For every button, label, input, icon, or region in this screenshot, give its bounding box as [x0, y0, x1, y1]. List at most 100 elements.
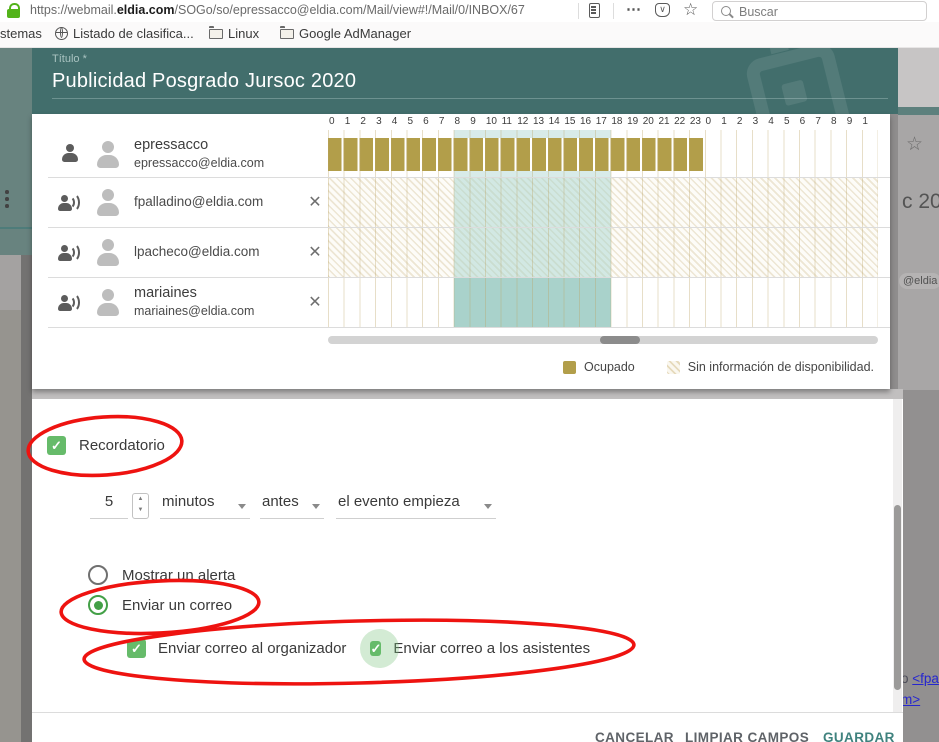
attendee-email: fpalladino@eldia.com	[134, 193, 291, 211]
remove-attendee-icon[interactable]: ✕	[302, 242, 328, 262]
row-divider	[48, 327, 890, 328]
page-actions-icon[interactable]: ⋯	[626, 0, 642, 18]
organizer-person-icon	[58, 142, 82, 166]
bookmark-item-sistemas[interactable]: stemas	[0, 26, 42, 41]
radio-alert-label: Mostrar un alerta	[122, 567, 235, 584]
email-options-row: ✓ Enviar correo al organizador ✓ Enviar …	[127, 639, 590, 658]
dimmed-background-right: ☆ c 20 @eldia o <fpa m>	[898, 48, 939, 742]
attendee-speaking-icon	[58, 240, 82, 264]
row-divider	[48, 177, 890, 178]
attendee-row: fpalladino@eldia.com ✕	[32, 177, 328, 227]
attendee-row: lpacheco@eldia.com ✕	[32, 227, 328, 277]
search-icon	[721, 6, 731, 16]
attendee-speaking-icon	[58, 290, 82, 314]
reminder-checkbox-row: ✓ Recordatorio	[47, 436, 165, 455]
busy-swatch	[563, 361, 576, 374]
send-to-organizer-checkbox[interactable]: ✓	[127, 639, 146, 658]
attendee-email: lpacheco@eldia.com	[134, 243, 291, 261]
save-button[interactable]: GUARDAR	[823, 730, 895, 742]
reader-mode-icon[interactable]	[589, 3, 600, 18]
scrollbar-thumb[interactable]	[600, 336, 640, 344]
chevron-down-icon	[238, 504, 246, 509]
event-time-band	[454, 227, 611, 277]
email-link[interactable]: <fpa	[912, 671, 939, 686]
clear-fields-button[interactable]: LIMPIAR CAMPOS	[685, 730, 809, 742]
screen: https://webmail.eldia.com/SOGo/so/epress…	[0, 0, 939, 742]
no-info-swatch	[667, 361, 680, 374]
reminder-panel: ✓ Recordatorio 5 ▲▼ minutos antes el eve…	[32, 399, 903, 712]
attendee-speaking-icon	[58, 190, 82, 214]
legend-busy-label: Ocupado	[584, 360, 635, 374]
background-email-links: o <fpa m>	[901, 668, 939, 710]
row-divider	[48, 227, 890, 228]
availability-panel: epressacco epressacco@eldia.com fpalladi…	[32, 114, 890, 389]
radio-send-email[interactable]	[88, 595, 108, 615]
avatar	[93, 237, 123, 267]
event-time-band	[454, 277, 611, 327]
pocket-icon[interactable]: ∨	[655, 3, 670, 17]
attendee-email: epressacco@eldia.com	[134, 155, 328, 171]
radio-row-alert: Mostrar un alerta	[88, 565, 235, 585]
toolbar-divider	[578, 3, 579, 19]
url-bar[interactable]: https://webmail.eldia.com/SOGo/so/epress…	[30, 3, 575, 17]
remove-attendee-icon[interactable]: ✕	[302, 292, 328, 312]
background-event-title-fragment: c 20	[902, 190, 939, 214]
hour-labels: 0123456789101112131415161718192021222301…	[328, 116, 878, 129]
event-time-band	[454, 177, 611, 227]
radio-email-label: Enviar un correo	[122, 597, 232, 614]
dialog-footer: CANCELAR LIMPIAR CAMPOS GUARDAR	[32, 712, 903, 742]
event-star-icon: ☆	[906, 133, 923, 156]
avatar	[93, 139, 123, 169]
attendee-row-organizer: epressacco epressacco@eldia.com	[32, 130, 328, 177]
search-input[interactable]: Buscar	[712, 1, 927, 21]
ssl-lock-icon[interactable]	[7, 3, 21, 19]
bookmarks-bar: stemas Listado de clasifica... Linux Goo…	[0, 22, 939, 48]
attendee-chip-fragment: @eldia	[899, 273, 939, 289]
sogo-logo-watermark	[743, 48, 852, 114]
title-input[interactable]: Publicidad Posgrado Jursoc 2020	[52, 70, 356, 93]
reminder-relation-select[interactable]: antes	[260, 493, 324, 519]
reminder-unit-select[interactable]: minutos	[160, 493, 250, 519]
attendee-row: mariaines mariaines@eldia.com ✕	[32, 277, 328, 327]
radio-show-alert[interactable]	[88, 565, 108, 585]
legend: Ocupado Sin información de disponibilida…	[563, 360, 874, 374]
reminder-quantity-input[interactable]: 5	[90, 493, 128, 519]
reminder-reference-select[interactable]: el evento empieza	[336, 493, 496, 519]
send-to-attendees-checkbox[interactable]: ✓	[370, 641, 381, 656]
legend-no-info-label: Sin información de disponibilidad.	[688, 360, 874, 374]
send-to-attendees-label: Enviar correo a los asistentes	[393, 640, 590, 657]
remove-attendee-icon[interactable]: ✕	[302, 192, 328, 212]
browser-toolbar: https://webmail.eldia.com/SOGo/so/epress…	[0, 0, 939, 23]
cancel-button[interactable]: CANCELAR	[595, 730, 674, 742]
bookmark-item-admanager[interactable]: Google AdManager	[280, 26, 411, 41]
title-field-label: Título *	[52, 53, 87, 65]
busy-blocks	[328, 138, 705, 171]
folder-icon	[209, 29, 223, 39]
row-divider	[48, 277, 890, 278]
search-placeholder: Buscar	[739, 5, 778, 19]
bookmark-item-linux[interactable]: Linux	[209, 26, 259, 41]
attendee-email: mariaines@eldia.com	[134, 303, 291, 319]
bookmark-item-listado[interactable]: Listado de clasifica...	[55, 26, 194, 41]
scrollbar-thumb[interactable]	[894, 505, 901, 690]
reminder-checkbox[interactable]: ✓	[47, 436, 66, 455]
bookmark-star-icon[interactable]: ☆	[683, 0, 698, 20]
kebab-menu-icon	[5, 190, 9, 210]
avatar	[93, 187, 123, 217]
quantity-stepper[interactable]: ▲▼	[132, 493, 149, 519]
chevron-down-icon	[484, 504, 492, 509]
chevron-down-icon	[312, 504, 320, 509]
card-gap	[32, 389, 903, 399]
grid-horizontal-scrollbar[interactable]	[328, 336, 878, 344]
globe-icon	[55, 27, 68, 40]
dimmed-background-left	[0, 48, 32, 742]
send-to-attendees-checkbox-halo: ✓	[370, 639, 381, 658]
radio-row-email: Enviar un correo	[88, 595, 232, 615]
avatar	[93, 287, 123, 317]
email-link[interactable]: m>	[901, 692, 920, 707]
attendee-name: epressacco	[134, 136, 328, 155]
attendee-name: mariaines	[134, 284, 291, 303]
freebusy-grid[interactable]: 0123456789101112131415161718192021222301…	[328, 114, 878, 345]
reminder-label: Recordatorio	[79, 437, 165, 454]
dialog-header: Título * Publicidad Posgrado Jursoc 2020	[32, 48, 898, 114]
